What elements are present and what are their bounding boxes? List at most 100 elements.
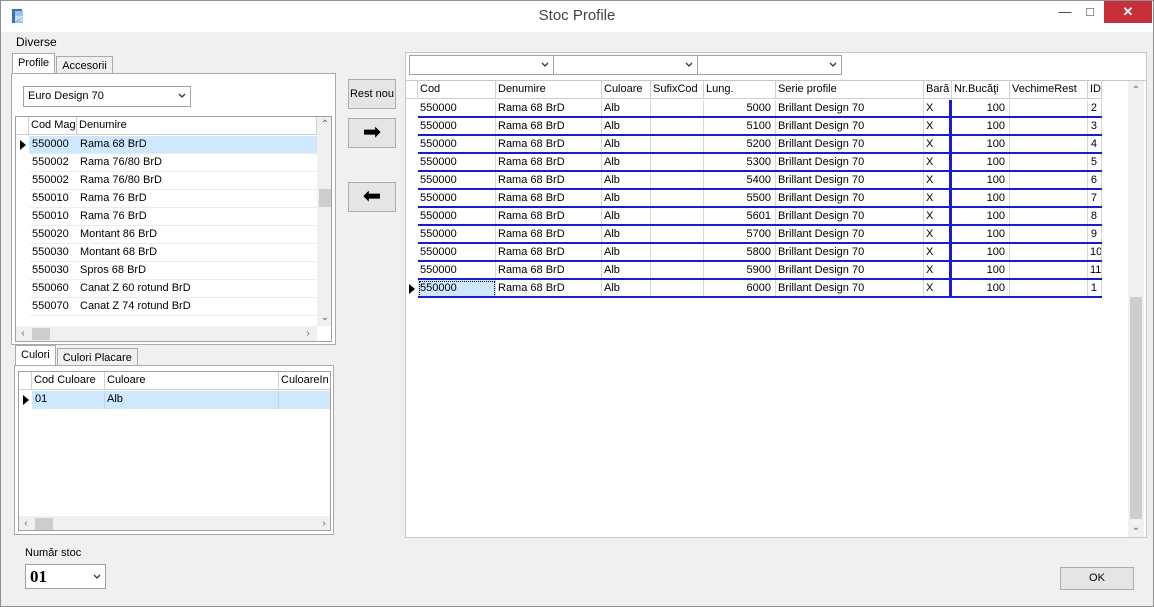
row-header-corner (16, 117, 29, 135)
rest-nou-button[interactable]: Rest nou (348, 79, 396, 109)
filter-combo-1[interactable] (409, 55, 554, 75)
hscroll-thumb[interactable] (32, 328, 50, 340)
menu-item-diverse[interactable]: Diverse (10, 35, 63, 49)
profile-code-cell[interactable]: 550070 (30, 298, 77, 316)
table-row[interactable]: 550000 Rama 68 BrD Alb 6000 Brillant Design … (406, 280, 1102, 298)
table-row[interactable]: 550000 Rama 68 BrD Alb 5300 Brillant Design … (406, 154, 1102, 172)
row-pointer-icon (409, 284, 415, 294)
profile-code-cell[interactable]: 550060 (30, 280, 77, 298)
col-header-cod[interactable]: Cod (418, 81, 496, 99)
table-row[interactable]: 550000 Rama 68 BrD Alb 5200 Brillant Design … (406, 136, 1102, 154)
main-window: PS Stoc Profile — □ ✕ Diverse Profile Ac… (0, 0, 1154, 607)
scroll-left-icon[interactable]: ‹ (18, 329, 28, 339)
arrow-right-icon: ➡ (362, 119, 382, 144)
filter-combo-3[interactable] (697, 55, 842, 75)
table-row[interactable]: 550000 Rama 68 BrD Alb 5900 Brillant Design … (406, 262, 1102, 280)
profile-name-cell[interactable]: Rama 68 BrD (78, 136, 317, 154)
col-header-bara[interactable]: Bară (924, 81, 952, 99)
col-header-vechime-rest[interactable]: VechimeRest (1010, 81, 1088, 99)
hscroll-thumb[interactable] (35, 518, 53, 530)
profile-name-cell[interactable]: Rama 76 BrD (78, 190, 317, 208)
col-header-culoare[interactable]: Culoare (105, 372, 279, 390)
col-header-denumire[interactable]: Denumire (77, 117, 317, 135)
profile-name-cell[interactable]: Rama 76/80 BrD (78, 172, 317, 190)
table-row[interactable]: 550000 Rama 68 BrD Alb 5400 Brillant Design … (406, 172, 1102, 190)
stock-grid: Cod Denumire Culoare SufixCod Lung. Serie pro… (406, 80, 1146, 537)
scroll-up-icon[interactable]: ⌃ (317, 120, 331, 130)
chevron-down-icon (829, 62, 837, 67)
table-row[interactable]: 550000 Rama 68 BrD Alb 5000 Brillant Design … (406, 100, 1102, 118)
profile-panel: Euro Design 70 Cod Maga Denumire 550000 R… (11, 73, 336, 345)
profile-name-cell[interactable]: Canat Z 60 rotund BrD (78, 280, 317, 298)
window-title: Stoc Profile (538, 7, 616, 24)
profile-code-cell[interactable]: 550002 (30, 172, 77, 190)
colors-panel: Cod Culoare Culoare CuloareIn 01 Alb ‹ › (14, 365, 334, 535)
color-name-cell[interactable]: Alb (105, 391, 279, 409)
move-left-button[interactable]: ⬅ (348, 182, 396, 212)
row-pointer-icon (23, 395, 29, 405)
scroll-thumb[interactable] (1130, 297, 1142, 519)
series-combo-value: Euro Design 70 (28, 90, 104, 102)
colors-tabstrip: Culori Culori Placare (15, 345, 139, 367)
col-header-id[interactable]: ID (1088, 81, 1102, 99)
scroll-right-icon[interactable]: › (319, 519, 329, 529)
profile-code-cell[interactable]: 550020 (30, 226, 77, 244)
profile-name-cell[interactable]: Spros 68 BrD (78, 262, 317, 280)
col-header-lung[interactable]: Lung. (704, 81, 776, 99)
series-combo[interactable]: Euro Design 70 (23, 86, 191, 107)
stock-vscroll[interactable]: ⌃ ⌄ (1128, 81, 1144, 537)
table-row[interactable]: 550000 Rama 68 BrD Alb 5700 Brillant Design … (406, 226, 1102, 244)
row-separator (418, 296, 1102, 298)
color-in-cell[interactable] (279, 391, 330, 409)
stock-label: Număr stoc (25, 547, 82, 559)
col-header-serie[interactable]: Serie profile (776, 81, 924, 99)
row-header-corner (406, 81, 418, 99)
ok-button[interactable]: OK (1060, 567, 1134, 590)
profile-name-cell[interactable]: Montant 68 BrD (78, 244, 317, 262)
maximize-button[interactable]: □ (1078, 1, 1102, 23)
col-header-denumire[interactable]: Denumire (496, 81, 602, 99)
filter-combo-2[interactable] (553, 55, 698, 75)
profile-code-cell[interactable]: 550010 (30, 190, 77, 208)
row-header-corner (19, 372, 32, 390)
table-row[interactable]: 550000 Rama 68 BrD Alb 5601 Brillant Design … (406, 208, 1102, 226)
scroll-thumb[interactable] (319, 189, 331, 207)
col-header-culoarein[interactable]: CuloareIn (279, 372, 330, 390)
profile-code-cell[interactable]: 550010 (30, 208, 77, 226)
col-header-cod[interactable]: Cod Maga (29, 117, 77, 135)
col-header-sufixcod[interactable]: SufixCod (651, 81, 704, 99)
stock-combo[interactable]: 01 (25, 564, 106, 589)
profile-code-cell[interactable]: 550002 (30, 154, 77, 172)
col-header-cod-culoare[interactable]: Cod Culoare (32, 372, 105, 390)
profile-code-cell[interactable]: 550030 (30, 262, 77, 280)
table-row[interactable]: 550000 Rama 68 BrD Alb 5100 Brillant Design … (406, 118, 1102, 136)
table-row[interactable]: 550000 Rama 68 BrD Alb 5500 Brillant Design … (406, 190, 1102, 208)
profile-name-cell[interactable]: Canat Z 74 rotund BrD (78, 298, 317, 316)
profile-code-cell[interactable]: 550000 (30, 136, 77, 154)
col-header-nr-bucati[interactable]: Nr.Bucăţi (952, 81, 1010, 99)
color-code-cell[interactable]: 01 (33, 391, 105, 409)
profile-name-cell[interactable]: Montant 86 BrD (78, 226, 317, 244)
profile-name-cell[interactable]: Rama 76 BrD (78, 208, 317, 226)
profiles-vscroll[interactable]: ⌃ ⌄ (317, 117, 331, 326)
close-button[interactable]: ✕ (1104, 1, 1152, 23)
colors-hscroll[interactable]: ‹ › (19, 516, 330, 530)
scroll-down-icon[interactable]: ⌄ (317, 313, 331, 323)
scroll-left-icon[interactable]: ‹ (21, 519, 31, 529)
menu-bar: Diverse (10, 33, 63, 51)
minimize-button[interactable]: — (1053, 1, 1077, 23)
colors-grid: Cod Culoare Culoare CuloareIn 01 Alb ‹ › (18, 371, 331, 531)
tab-profile[interactable]: Profile (12, 53, 56, 74)
move-right-button[interactable]: ➡ (348, 118, 396, 148)
profiles-hscroll[interactable]: ‹ › (16, 326, 317, 341)
table-row[interactable]: 550000 Rama 68 BrD Alb 5800 Brillant Design … (406, 244, 1102, 262)
tab-culori[interactable]: Culori (15, 345, 56, 366)
profile-code-cell[interactable]: 550030 (30, 244, 77, 262)
scroll-up-icon[interactable]: ⌃ (1128, 86, 1144, 96)
col-header-culoare[interactable]: Culoare (602, 81, 651, 99)
profile-name-cell[interactable]: Rama 76/80 BrD (78, 154, 317, 172)
scroll-right-icon[interactable]: › (303, 329, 313, 339)
stock-panel: Cod Denumire Culoare SufixCod Lung. Serie pro… (405, 52, 1147, 538)
chevron-down-icon (541, 62, 549, 67)
scroll-down-icon[interactable]: ⌄ (1128, 523, 1144, 533)
